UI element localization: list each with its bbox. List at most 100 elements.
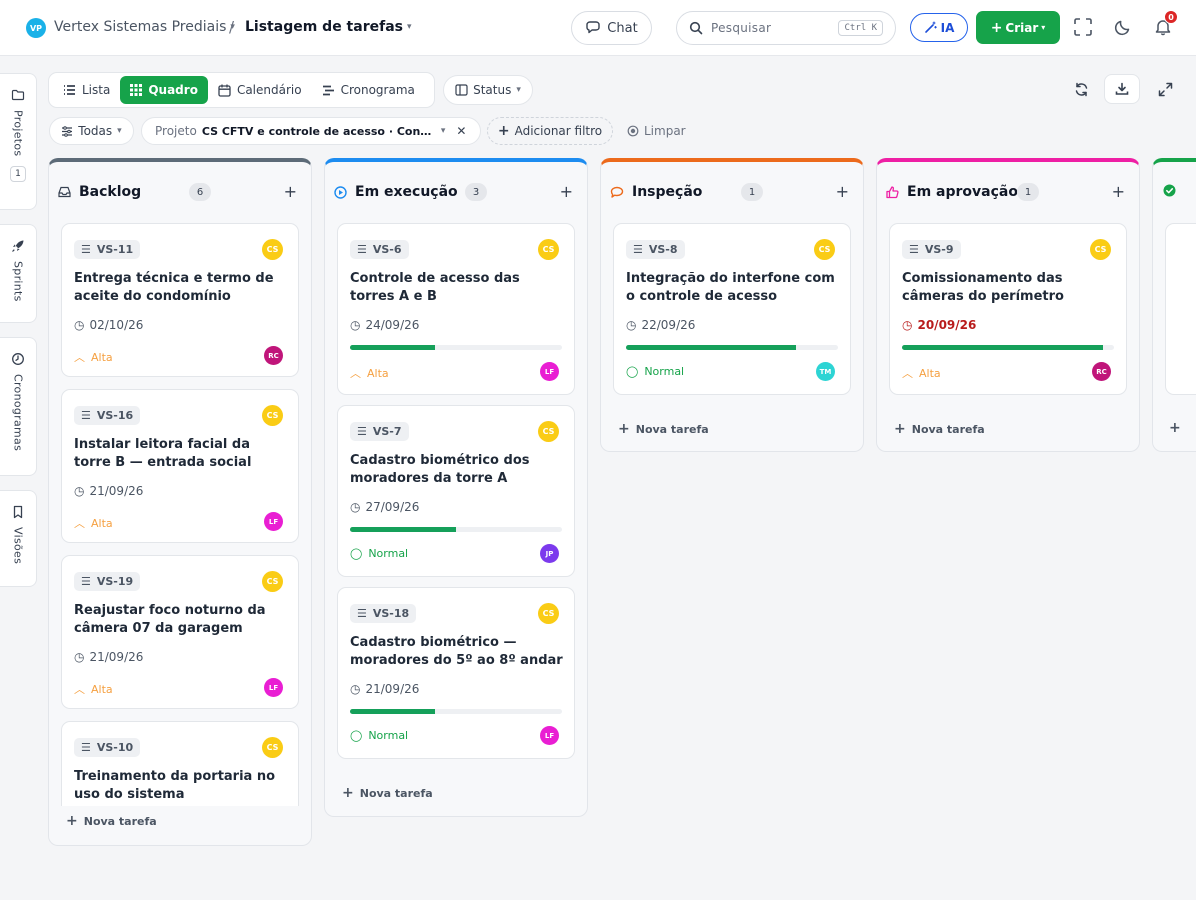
new-task-button[interactable]: + Nova tarefa (618, 421, 709, 437)
task-card[interactable]: ☰ VS-9 CS Comissionamento das câmeras do … (889, 223, 1127, 395)
task-date: 21/09/26 (89, 650, 144, 664)
new-task-button[interactable]: + Nova tarefa (342, 785, 433, 801)
project-filter[interactable]: Projeto CS CFTV e controle de acesso · C… (141, 117, 481, 145)
task-key: ☰ VS-6 (350, 240, 409, 259)
search-input[interactable]: Pesquisar Ctrl K (676, 11, 896, 45)
new-task-button[interactable]: + Nova tarefa (894, 421, 985, 437)
create-button[interactable]: + Criar ▾ (976, 11, 1060, 44)
task-card[interactable]: ☰ VS-16 CS Instalar leitora facial da tor… (61, 389, 299, 543)
scope-filter[interactable]: Todas ▾ (49, 117, 134, 145)
priority-label: Alta (91, 682, 113, 696)
task-title: Reajustar foco noturno da câmera 07 da g… (74, 603, 266, 636)
task-list-icon: ☰ (81, 575, 91, 588)
assignee-avatar[interactable]: RC (264, 346, 283, 365)
owner-avatar: CS (262, 737, 283, 758)
clear-icon (627, 125, 639, 137)
priority-label: Alta (91, 350, 113, 364)
download-button[interactable] (1104, 74, 1140, 104)
close-icon[interactable]: ✕ (456, 124, 466, 138)
chat-button[interactable]: Chat (571, 11, 652, 45)
tab-cronograma[interactable]: Cronograma (312, 76, 425, 104)
org-name: Vertex Sistemas Prediais (54, 19, 227, 35)
new-task-label: Nova tarefa (83, 814, 157, 828)
add-task-icon[interactable]: + (1112, 182, 1125, 201)
clock-icon: ◷ (350, 682, 361, 696)
sidebar-tab-schedules[interactable]: Cronogramas (0, 337, 37, 476)
sidebar-tab-label: Cronogramas (11, 374, 25, 452)
owner-avatar: CS (538, 603, 559, 624)
task-card[interactable]: ☰ VS-10 CS Treinamento da portaria no uso… (61, 721, 299, 806)
column-title: Backlog (79, 184, 142, 200)
task-card[interactable] (1165, 223, 1196, 395)
priority-badge: ︿ Alta (902, 365, 941, 381)
task-card[interactable]: ☰ VS-6 CS Controle de acesso das torres A… (337, 223, 575, 395)
column-inspecao: Inspeção 1 + ☰ VS-8 CS Integração do inte… (600, 158, 864, 452)
tab-quadro[interactable]: Quadro (120, 76, 208, 104)
assignee-avatar[interactable]: LF (264, 512, 283, 531)
rocket-icon (12, 240, 24, 252)
task-key: ☰ VS-10 (74, 738, 141, 757)
task-due-date: ◷ 21/09/26 (74, 484, 143, 498)
status-dropdown[interactable]: Status ▾ (443, 75, 533, 105)
chevron-down-icon[interactable]: ▾ (441, 126, 446, 136)
priority-badge: ︿ Alta (74, 349, 113, 365)
sidebar-tab-sprints[interactable]: Sprints (0, 224, 37, 323)
priority-badge: ︿ Alta (74, 515, 113, 531)
task-card[interactable]: ☰ VS-11 CS Entrega técnica e termo de ace… (61, 223, 299, 377)
assignee-avatar[interactable]: JP (540, 544, 559, 563)
progress-bar (902, 345, 1114, 350)
add-task-icon[interactable]: + (284, 182, 297, 201)
search-shortcut: Ctrl K (838, 20, 883, 36)
refresh-button[interactable] (1063, 74, 1099, 104)
chat-icon (586, 21, 600, 34)
assignee-avatar[interactable]: RC (1092, 362, 1111, 381)
search-placeholder: Pesquisar (711, 21, 772, 35)
clock-icon: ◷ (74, 318, 85, 332)
tab-calendario[interactable]: Calendário (208, 76, 312, 104)
sidebar-tab-label: Visões (11, 527, 25, 565)
task-card[interactable]: ☰ VS-8 CS Integração do interfone com o c… (613, 223, 851, 395)
sidebar-tab-projects[interactable]: Projetos 1 (0, 73, 37, 210)
task-card[interactable]: ☰ VS-19 CS Reajustar foco noturno da câme… (61, 555, 299, 709)
org-logo[interactable]: VP (26, 18, 46, 38)
column-concluido: + (1152, 158, 1196, 452)
assignee-avatar[interactable]: TM (816, 362, 835, 381)
plus-icon: + (990, 19, 1003, 36)
task-card[interactable]: ☰ VS-7 CS Cadastro biométrico dos morador… (337, 405, 575, 577)
fullscreen-icon[interactable] (1072, 16, 1094, 38)
task-date: 27/09/26 (365, 500, 420, 514)
dark-mode-icon[interactable] (1112, 16, 1134, 38)
refresh-icon (1075, 82, 1087, 96)
progress-bar (350, 527, 562, 532)
clock-icon (12, 353, 24, 365)
org-switcher[interactable]: Vertex Sistemas Prediais ▾ (54, 19, 235, 35)
task-card[interactable]: ☰ VS-18 CS Cadastro biométrico — moradore… (337, 587, 575, 759)
task-title: Cadastro biométrico dos moradores da tor… (350, 453, 530, 486)
task-list-icon: ☰ (357, 425, 367, 438)
assignee-avatar[interactable]: LF (540, 726, 559, 745)
page-title[interactable]: Listagem de tarefas ▾ (245, 19, 412, 35)
clear-filters-button[interactable]: Limpar (627, 117, 686, 145)
chevron-up-icon: ︿ (74, 351, 85, 364)
status-label: Status (473, 83, 512, 97)
ia-button[interactable]: IA (910, 13, 968, 42)
tab-lista[interactable]: Lista (53, 76, 120, 104)
plus-icon: + (618, 421, 630, 437)
bell-icon[interactable]: 0 (1152, 10, 1178, 38)
add-task-icon[interactable]: + (560, 182, 573, 201)
progress-fill (902, 345, 1104, 350)
add-task-icon[interactable]: + (836, 182, 849, 201)
new-task-button[interactable]: + Nova tarefa (66, 813, 157, 829)
plus-icon: + (66, 813, 78, 829)
assignee-avatar[interactable]: LF (264, 678, 283, 697)
plus-icon[interactable]: + (1169, 420, 1181, 436)
clock-icon: ◷ (350, 500, 361, 514)
assignee-avatar[interactable]: LF (540, 362, 559, 381)
add-filter-button[interactable]: + Adicionar filtro (487, 117, 613, 145)
circle-icon: ◯ (626, 365, 639, 378)
task-title: Entrega técnica e termo de aceite do con… (74, 271, 274, 304)
tab-label: Calendário (236, 83, 302, 97)
task-due-date: ◷ 21/09/26 (350, 682, 419, 696)
sidebar-tab-views[interactable]: Visões (0, 490, 37, 587)
expand-button[interactable] (1147, 74, 1183, 104)
